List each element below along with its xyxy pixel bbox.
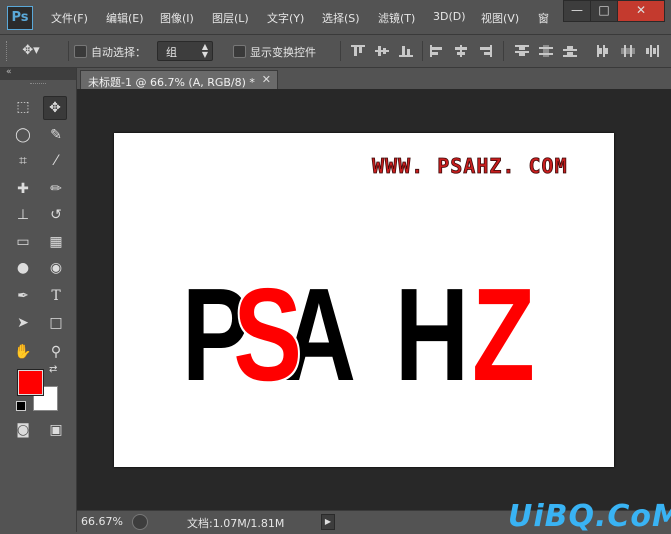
tools-panel: « ⬚ ✥ ◯ ✎ ⌗ ⁄ ✚ ✏ ⊥ ↺ ▭ ▦ ● ◉ ✒ T ➤ □ ✋ … bbox=[0, 67, 77, 532]
distribute-right-icon[interactable] bbox=[645, 45, 659, 57]
distribute-top-icon[interactable] bbox=[515, 45, 529, 57]
collapse-icon[interactable]: « bbox=[6, 67, 12, 77]
document-canvas[interactable]: WWW. PSAHZ. COM P A S H Z bbox=[114, 133, 614, 467]
menu-3d[interactable]: 3D(D) bbox=[433, 10, 466, 23]
align-top-icon[interactable] bbox=[351, 45, 365, 57]
healing-brush-tool-icon[interactable]: ✚ bbox=[12, 178, 34, 200]
history-brush-tool-icon[interactable]: ↺ bbox=[45, 204, 67, 226]
clone-stamp-tool-icon[interactable]: ⊥ bbox=[12, 204, 34, 226]
show-transform-checkbox[interactable] bbox=[233, 45, 246, 58]
auto-select-value: 组 bbox=[166, 46, 177, 59]
path-select-tool-icon[interactable]: ➤ bbox=[12, 312, 34, 334]
move-tool-icon[interactable]: ✥ bbox=[43, 96, 67, 120]
menu-filter[interactable]: 滤镜(T) bbox=[378, 10, 415, 26]
eyedropper-tool-icon[interactable]: ⁄ bbox=[45, 150, 67, 172]
auto-select-label: 自动选择： bbox=[91, 46, 146, 59]
hand-tool-icon[interactable]: ✋ bbox=[12, 341, 34, 363]
lasso-tool-icon[interactable]: ◯ bbox=[12, 124, 34, 146]
align-hcenter-icon[interactable] bbox=[454, 45, 468, 57]
status-info-icon[interactable] bbox=[132, 514, 148, 530]
eraser-tool-icon[interactable]: ▭ bbox=[12, 231, 34, 253]
align-right-icon[interactable] bbox=[478, 45, 492, 57]
letter-s: S bbox=[233, 262, 302, 409]
distribute-hcenter-icon[interactable] bbox=[621, 45, 635, 57]
divider bbox=[422, 41, 423, 61]
screen-mode-icon[interactable]: ▣ bbox=[45, 419, 67, 441]
align-vcenter-icon[interactable] bbox=[375, 45, 389, 57]
menu-window[interactable]: 窗 bbox=[538, 10, 549, 26]
canvas-artwork: WWW. PSAHZ. COM P A S H Z bbox=[182, 154, 568, 412]
menu-edit[interactable]: 编辑(E) bbox=[106, 10, 144, 26]
auto-select-dropdown[interactable]: 组 ▲ ▼ bbox=[157, 41, 213, 61]
quick-mask-icon[interactable]: ◙ bbox=[12, 419, 34, 441]
distribute-left-icon[interactable] bbox=[597, 45, 611, 57]
auto-select-checkbox[interactable] bbox=[74, 45, 87, 58]
crop-tool-icon[interactable]: ⌗ bbox=[12, 150, 34, 172]
blur-tool-icon[interactable]: ● bbox=[12, 257, 34, 279]
menu-image[interactable]: 图像(I) bbox=[160, 10, 194, 26]
menu-type[interactable]: 文字(Y) bbox=[267, 10, 304, 26]
menu-bar: Ps 文件(F) 编辑(E) 图像(I) 图层(L) 文字(Y) 选择(S) 滤… bbox=[0, 0, 671, 35]
divider bbox=[68, 41, 69, 61]
site-watermark: UiBQ.CoM bbox=[508, 499, 671, 534]
gradient-tool-icon[interactable]: ▦ bbox=[45, 231, 67, 253]
divider bbox=[340, 41, 341, 61]
options-bar: ✥▾ 自动选择： 组 ▲ ▼ 显示变换控件 bbox=[0, 35, 671, 68]
close-button[interactable]: ✕ bbox=[617, 0, 665, 22]
document-tab-title: 未标题-1 @ 66.7% (A, RGB/8) * bbox=[88, 76, 255, 89]
maximize-button[interactable]: □ bbox=[590, 0, 618, 22]
divider bbox=[503, 41, 504, 61]
tools-grip bbox=[30, 83, 46, 87]
swap-colors-icon[interactable]: ⇄ bbox=[49, 364, 57, 375]
distribute-bottom-icon[interactable] bbox=[563, 45, 577, 57]
foreground-color-swatch[interactable] bbox=[17, 369, 44, 396]
menu-view[interactable]: 视图(V) bbox=[481, 10, 519, 26]
quick-select-tool-icon[interactable]: ✎ bbox=[45, 124, 67, 146]
type-tool-icon[interactable]: T bbox=[45, 285, 67, 307]
dropdown-arrows-icon: ▲ ▼ bbox=[201, 42, 208, 59]
photoshop-logo: Ps bbox=[7, 6, 33, 30]
document-size-info: 文档:1.07M/1.81M bbox=[187, 517, 285, 530]
menu-file[interactable]: 文件(F) bbox=[51, 10, 88, 26]
rectangle-tool-icon[interactable]: □ bbox=[45, 312, 67, 334]
small-url-text: WWW. PSAHZ. COM bbox=[372, 154, 568, 178]
status-menu-arrow-icon[interactable]: ▶ bbox=[321, 514, 335, 530]
show-transform-label: 显示变换控件 bbox=[250, 46, 316, 59]
options-grip bbox=[6, 41, 9, 61]
document-tab[interactable]: 未标题-1 @ 66.7% (A, RGB/8) * ✕ bbox=[80, 70, 278, 89]
default-colors-icon[interactable] bbox=[16, 401, 26, 411]
minimize-button[interactable]: — bbox=[563, 0, 591, 22]
brush-tool-icon[interactable]: ✏ bbox=[45, 178, 67, 200]
distribute-vcenter-icon[interactable] bbox=[539, 45, 553, 57]
letter-h: H bbox=[395, 262, 469, 409]
align-left-icon[interactable] bbox=[430, 45, 444, 57]
zoom-tool-icon[interactable]: ⚲ bbox=[45, 341, 67, 363]
letter-z: Z bbox=[472, 262, 535, 409]
menu-layer[interactable]: 图层(L) bbox=[212, 10, 249, 26]
zoom-level[interactable]: 66.67% bbox=[81, 515, 123, 528]
align-bottom-icon[interactable] bbox=[399, 45, 413, 57]
pen-tool-icon[interactable]: ✒ bbox=[12, 285, 34, 307]
close-tab-icon[interactable]: ✕ bbox=[262, 73, 271, 86]
move-tool-preset-icon[interactable]: ✥▾ bbox=[20, 40, 42, 62]
marquee-tool-icon[interactable]: ⬚ bbox=[12, 96, 34, 118]
tools-panel-header[interactable]: « bbox=[0, 67, 76, 80]
dodge-tool-icon[interactable]: ◉ bbox=[45, 257, 67, 279]
menu-select[interactable]: 选择(S) bbox=[322, 10, 360, 26]
